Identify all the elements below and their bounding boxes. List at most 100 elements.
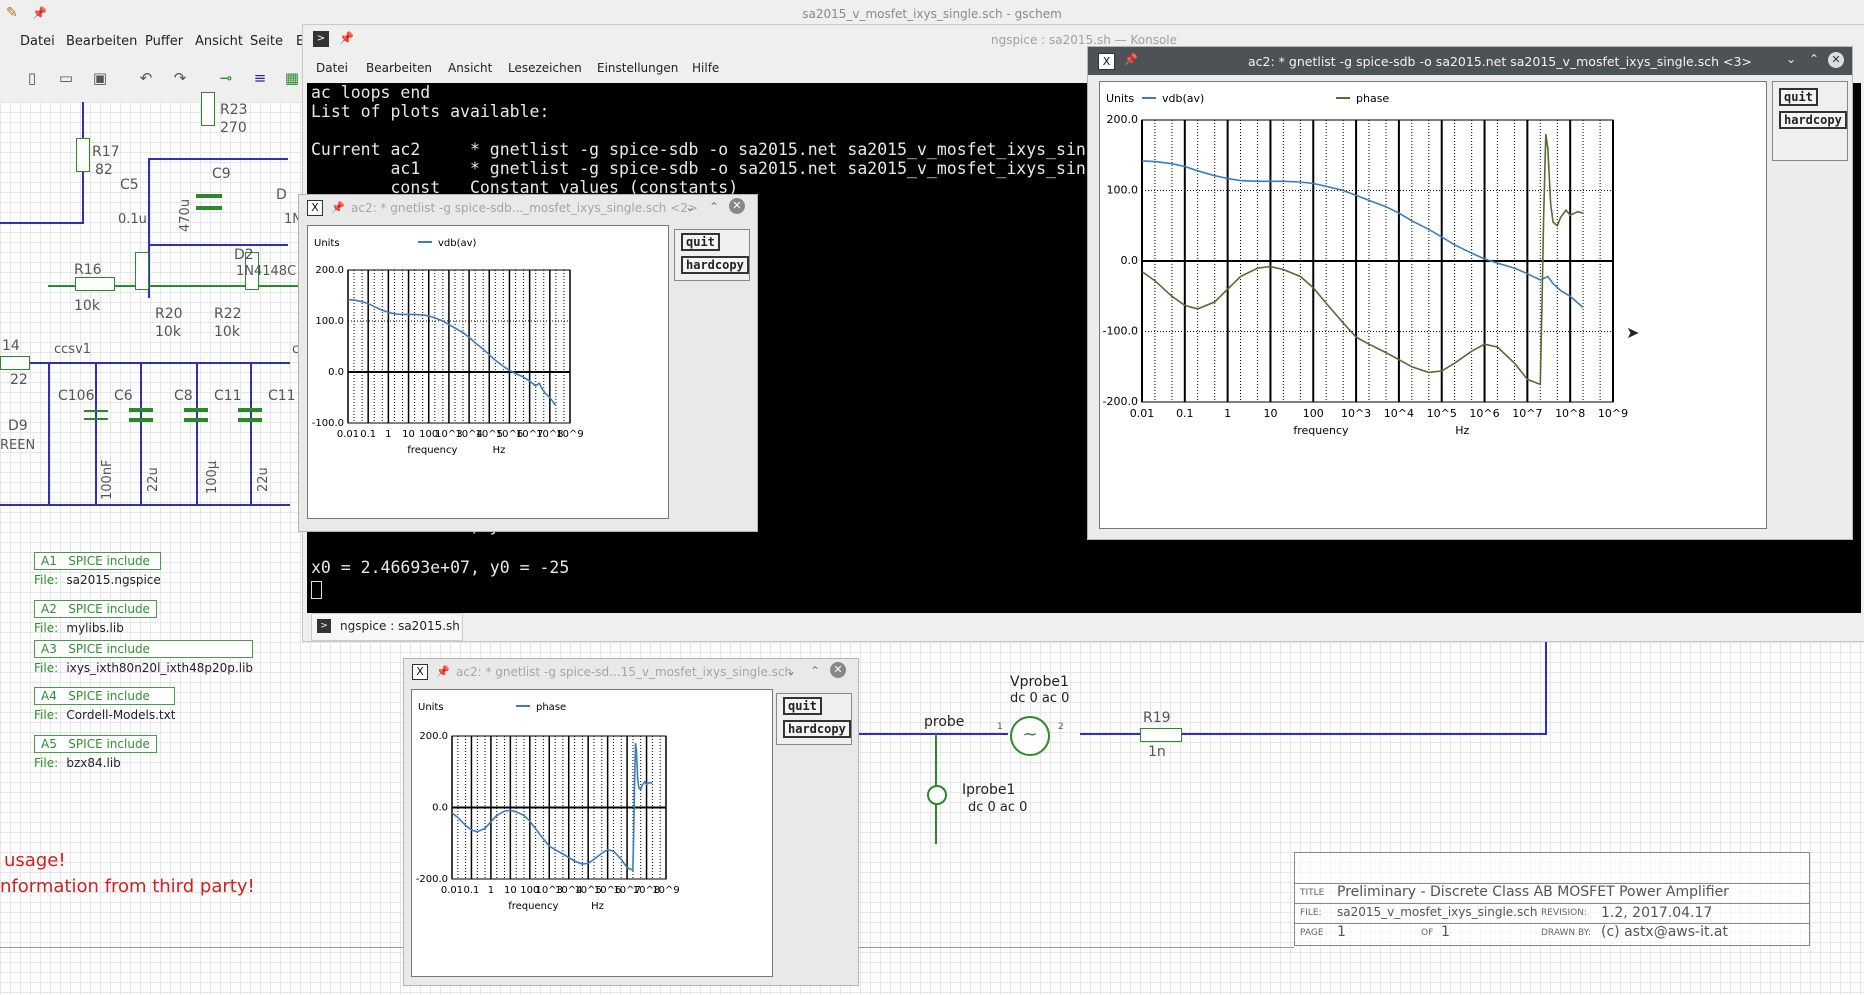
maximize-icon[interactable]: ⌃ bbox=[709, 200, 719, 214]
resistor-r19[interactable] bbox=[1140, 728, 1182, 742]
add-net-icon[interactable]: ≡ bbox=[250, 68, 270, 88]
menu-puffer[interactable]: Puffer bbox=[145, 34, 183, 49]
wire bbox=[0, 504, 290, 506]
maximize-icon[interactable]: ⌃ bbox=[1809, 52, 1819, 66]
capacitor-c11-plate bbox=[238, 408, 262, 412]
legend-label: vdb(av) bbox=[1162, 92, 1204, 105]
menu-bearbeiten[interactable]: Bearbeiten bbox=[366, 61, 432, 75]
x-tick-label: 10^9 bbox=[556, 429, 583, 440]
resistor-r16[interactable] bbox=[75, 277, 115, 291]
y-axis-label: Units bbox=[418, 702, 444, 713]
plot-area[interactable]: 200.0 100.0 0.0 -100.0 -200.0 0.01 0.1 1 10 100 10… bbox=[1099, 81, 1767, 529]
terminal-line: x0 = 2.46693e+07, y0 = -25 bbox=[311, 558, 570, 577]
quit-button[interactable]: quit bbox=[1779, 88, 1818, 106]
resistor-r23[interactable] bbox=[201, 92, 215, 126]
spice-include-a4[interactable]: A4 SPICE include File: Cordell-Models.tx… bbox=[34, 687, 176, 723]
quit-button[interactable]: quit bbox=[681, 233, 720, 251]
x-tick-label: 0.1 bbox=[1176, 407, 1194, 420]
plot-area[interactable]: 200.0 100.0 0.0 -100.0 0.01 0.1 1 10 100 10^3 10^4… bbox=[307, 225, 669, 519]
menu-datei[interactable]: Datei bbox=[316, 61, 348, 75]
spice-include-a1[interactable]: A1 SPICE include File: sa2015.ngspice bbox=[34, 552, 161, 588]
label-r17: R17 bbox=[92, 144, 120, 160]
hardcopy-button[interactable]: hardcopy bbox=[1779, 111, 1847, 129]
x-axis-unit: Hz bbox=[1455, 424, 1469, 437]
resistor-r14[interactable] bbox=[0, 356, 30, 370]
y-tick-label: 200.0 bbox=[419, 731, 448, 742]
wire bbox=[148, 158, 288, 160]
konsole-tab[interactable]: > ngspice : sa2015.sh bbox=[311, 613, 463, 641]
x-tick-label: 0.1 bbox=[360, 429, 376, 440]
value-r22: 10k bbox=[214, 324, 240, 340]
capacitor-c9-plate bbox=[196, 194, 222, 198]
include-file-label: File: bbox=[34, 661, 59, 675]
chart-phase-small: 200.00.0-200.00.01 0.1 1 10 10010^310^410^51… bbox=[416, 702, 680, 912]
close-icon[interactable]: ✕ bbox=[1828, 52, 1844, 68]
x-tick-label: 10 bbox=[504, 885, 517, 896]
minimize-icon[interactable]: ⌄ bbox=[786, 664, 796, 678]
x-axis-label: frequency bbox=[508, 901, 558, 912]
redo-icon[interactable]: ↷ bbox=[170, 68, 190, 88]
save-icon[interactable]: ▣ bbox=[90, 68, 110, 88]
menu-ansicht[interactable]: Ansicht bbox=[195, 34, 243, 49]
x-tick-label: 100 bbox=[1303, 407, 1324, 420]
y-axis-label: Units bbox=[314, 238, 340, 249]
y-tick-label: 0.0 bbox=[432, 803, 448, 814]
menu-lesezeichen[interactable]: Lesezeichen bbox=[508, 61, 582, 75]
terminal-line: Current ac2 * gnetlist -g spice-sdb -o s… bbox=[311, 140, 1086, 159]
include-label: SPICE include bbox=[68, 554, 150, 568]
open-folder-icon[interactable]: ▭ bbox=[56, 68, 76, 88]
menu-ansicht[interactable]: Ansicht bbox=[448, 61, 492, 75]
undo-icon[interactable]: ↶ bbox=[136, 68, 156, 88]
voltage-source-symbol[interactable]: ~ bbox=[1010, 716, 1050, 756]
spice-include-a3[interactable]: A3 SPICE include File: ixys_ixth80n20l_i… bbox=[34, 640, 254, 676]
resistor-r20[interactable] bbox=[135, 252, 149, 290]
quit-button[interactable]: quit bbox=[783, 697, 822, 715]
new-file-icon[interactable]: ▯ bbox=[22, 68, 42, 88]
menu-einstellungen[interactable]: Einstellungen bbox=[597, 61, 678, 75]
hardcopy-button[interactable]: hardcopy bbox=[783, 720, 851, 738]
spice-include-a2[interactable]: A2 SPICE include File: mylibs.lib bbox=[34, 600, 157, 636]
plot-window-title: ac2: * gnetlist -g spice-sd...15_v_mosfe… bbox=[456, 665, 793, 679]
menu-hilfe[interactable]: Hilfe bbox=[692, 61, 719, 75]
minimize-icon[interactable]: ⌄ bbox=[1786, 52, 1796, 66]
label-r20: R20 bbox=[155, 306, 183, 322]
legend-label: phase bbox=[1356, 92, 1389, 105]
value-c11: 22u bbox=[256, 467, 271, 492]
pin-icon[interactable]: 📌 bbox=[331, 201, 345, 214]
current-source-symbol[interactable] bbox=[927, 785, 947, 805]
menu-datei[interactable]: Datei bbox=[20, 34, 55, 49]
pin-icon[interactable]: 📌 bbox=[1124, 53, 1138, 66]
add-bus-icon[interactable]: ▦ bbox=[282, 68, 302, 88]
tb-rev: 1.2, 2017.04.17 bbox=[1601, 905, 1713, 921]
wire bbox=[858, 733, 1008, 735]
add-component-icon[interactable]: ⊸ bbox=[216, 68, 236, 88]
chart-vdb-small: 200.0100.00.0-100.00.01 0.1 1 10 10010^310^4… bbox=[312, 238, 584, 456]
x-tick-label: 10^9 bbox=[652, 885, 679, 896]
terminal-cursor bbox=[311, 581, 322, 599]
minimize-icon[interactable]: ⌄ bbox=[685, 200, 695, 214]
close-icon[interactable]: ✕ bbox=[729, 198, 745, 214]
x-tick-label: 1 bbox=[488, 885, 494, 896]
label-c8: C8 bbox=[174, 388, 193, 404]
resistor-r17[interactable] bbox=[76, 138, 90, 172]
pin-icon[interactable]: 📌 bbox=[436, 665, 450, 678]
spice-include-a5[interactable]: A5 SPICE include File: bzx84.lib bbox=[34, 735, 157, 771]
menu-seite[interactable]: Seite bbox=[250, 34, 283, 49]
close-icon[interactable]: ✕ bbox=[830, 662, 846, 678]
konsole-title: ngspice : sa2015.sh — Konsole bbox=[990, 33, 1178, 47]
maximize-icon[interactable]: ⌃ bbox=[810, 664, 820, 678]
include-file: Cordell-Models.txt bbox=[66, 708, 176, 722]
menu-bearbeiten[interactable]: Bearbeiten bbox=[66, 34, 137, 49]
x-tick-label: 10^4 bbox=[1384, 407, 1414, 420]
value-c8: 100µ bbox=[205, 460, 220, 494]
tb-of-label: OF bbox=[1421, 928, 1434, 938]
plot-window-titlebar: X 📌 ac2: * gnetlist -g spice-sdb -o sa20… bbox=[1088, 47, 1852, 75]
wire bbox=[250, 362, 252, 504]
mouse-cursor-icon: ➤ bbox=[1626, 323, 1640, 342]
plot-window-title: ac2: * gnetlist -g spice-sdb -o sa2015.n… bbox=[1248, 54, 1752, 69]
value-r14: 22 bbox=[10, 372, 28, 388]
capacitor-c106-plate bbox=[84, 410, 108, 412]
plot-area[interactable]: 200.0 0.0 -200.0 0.01 0.1 1 10 100 10^3 10^4 10^5 1… bbox=[411, 689, 773, 977]
hardcopy-button[interactable]: hardcopy bbox=[681, 256, 749, 274]
label-probe: probe bbox=[924, 714, 965, 730]
